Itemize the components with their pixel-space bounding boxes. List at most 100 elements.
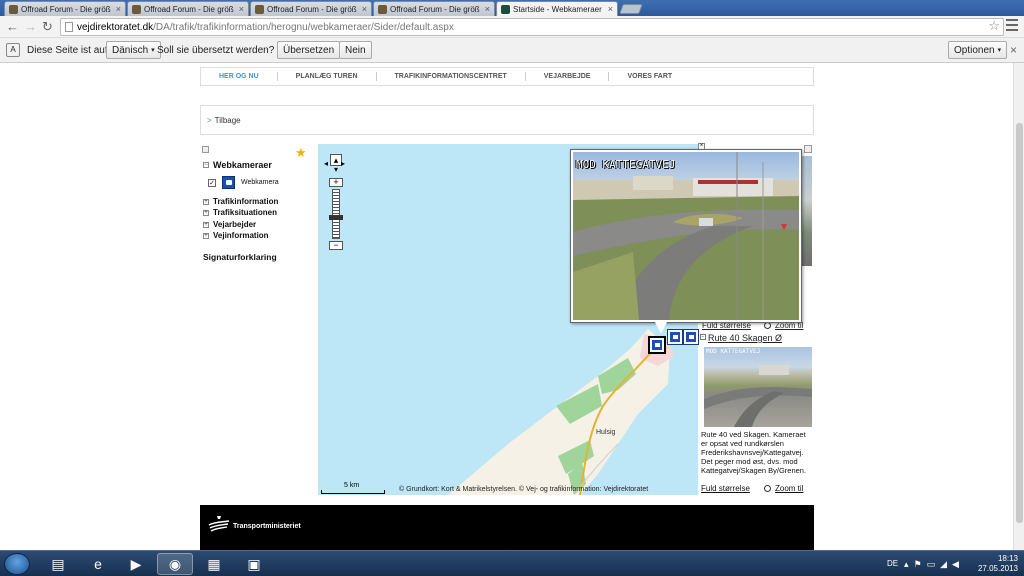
browser-tab[interactable]: Offroad Forum - Die größ ×: [4, 1, 126, 16]
expand-icon[interactable]: +: [203, 198, 209, 205]
options-button[interactable]: Optionen ▾: [948, 41, 1008, 59]
webcam-marker[interactable]: [683, 329, 699, 345]
start-button[interactable]: [4, 553, 30, 575]
nav-vejarbejde[interactable]: VEJARBEJDE: [526, 72, 610, 81]
layer-vejinformation[interactable]: + Vejinformation: [203, 231, 269, 240]
translate-question: Soll sie übersetzt werden?: [157, 45, 275, 56]
zoom-in-button[interactable]: +: [329, 178, 343, 187]
panel-toggle-icon[interactable]: [202, 146, 209, 153]
layer-trafiksituationen[interactable]: + Trafiksituationen: [203, 208, 277, 217]
close-translate-icon[interactable]: ×: [1010, 43, 1017, 57]
back-arrow-icon[interactable]: ←: [6, 19, 19, 34]
close-tab-icon[interactable]: ×: [239, 4, 244, 14]
app-grid-icon[interactable]: ▦: [196, 553, 232, 575]
legend-link[interactable]: Signaturforklaring: [203, 252, 277, 262]
map-copyright: © Grundkort: Kort & Matrikelstyrelsen. ©…: [399, 486, 649, 493]
collapse-icon[interactable]: −: [700, 334, 706, 340]
nav-trafikinformationscentret[interactable]: TRAFIKINFORMATIONSCENTRET: [377, 72, 526, 81]
favorite-star-icon[interactable]: ★: [295, 145, 307, 161]
expand-icon[interactable]: +: [203, 232, 209, 239]
collapse-icon[interactable]: −: [203, 162, 209, 168]
reload-icon[interactable]: ↻: [42, 19, 53, 35]
close-tab-icon[interactable]: ×: [116, 4, 121, 14]
transportministeriet-logo-icon: [208, 516, 230, 532]
webcam-description: Rute 40 ved Skagen. Kameraet er opsat ve…: [701, 430, 807, 475]
webcam-checkbox[interactable]: ✓: [208, 179, 216, 187]
expand-icon[interactable]: +: [203, 221, 209, 228]
internet-explorer-icon[interactable]: e: [80, 553, 116, 575]
webcam-marker-selected[interactable]: [648, 336, 666, 354]
bookmark-star-icon[interactable]: ☆: [988, 18, 1000, 34]
back-box: > Tilbage: [200, 105, 814, 135]
browser-tab[interactable]: Offroad Forum - Die größ ×: [127, 1, 249, 16]
clock-time: 18:13: [997, 554, 1018, 563]
nav-her-og-nu[interactable]: HER OG NU: [201, 72, 278, 81]
dropdown-arrow-icon: ▾: [151, 47, 155, 54]
zoom-slider-handle[interactable]: [329, 215, 343, 220]
layer-webcams[interactable]: − Webkameraer: [203, 160, 272, 170]
close-tab-icon[interactable]: ×: [485, 4, 490, 14]
scale-label: 5 km: [344, 482, 360, 489]
pan-west-icon[interactable]: ◂: [324, 159, 332, 168]
webcam-popup-image: MOD KATTEGATVEJ: [573, 152, 799, 320]
url-path: /DA/trafik/trafikinformation/herognu/web…: [153, 21, 454, 33]
webcam-popup[interactable]: MOD KATTEGATVEJ: [570, 149, 802, 334]
nav-planlaeg-turen[interactable]: PLANLÆG TUREN: [278, 72, 377, 81]
new-tab-button[interactable]: [619, 4, 643, 14]
forum-favicon-icon: [378, 4, 387, 14]
windows-taskbar: ▤ e ▶ ◉ ▦ ▣ DE ▴⚑▭◢◀ 18:13 27.05.2013: [0, 550, 1024, 576]
browser-tab[interactable]: Offroad Forum - Die größ ×: [250, 1, 372, 16]
pan-east-icon[interactable]: ▸: [341, 159, 349, 168]
pan-south-icon[interactable]: ▾: [330, 166, 342, 174]
forum-favicon-icon: [9, 4, 18, 14]
input-language[interactable]: DE: [887, 559, 898, 568]
zoom-to-link[interactable]: Zoom til: [764, 484, 803, 493]
webcam-title[interactable]: Rute 40 Skagen Ø: [708, 333, 782, 343]
magnifier-icon: [764, 322, 771, 329]
chrome-icon[interactable]: ◉: [157, 553, 193, 575]
side-panel-toggle-icon[interactable]: [804, 145, 812, 153]
tray-icons[interactable]: ▴⚑▭◢◀: [904, 559, 964, 570]
webcam-popup-drawing: [573, 152, 799, 320]
zoom-slider[interactable]: [332, 189, 340, 239]
footer-brand[interactable]: Transportministeriet: [233, 523, 301, 530]
browser-tab[interactable]: Offroad Forum - Die größ ×: [373, 1, 495, 16]
browser-tab-active[interactable]: Startside - Webkameraer ×: [496, 1, 618, 16]
dropdown-arrow-icon: ▾: [997, 47, 1002, 54]
full-size-link[interactable]: Fuld størrelse: [701, 484, 750, 493]
zoom-out-button[interactable]: −: [329, 241, 343, 250]
back-chevron-icon: >: [207, 115, 212, 125]
explorer-icon[interactable]: ▤: [40, 553, 76, 575]
site-footer: Transportministeriet: [200, 505, 814, 551]
back-link[interactable]: Tilbage: [215, 116, 241, 125]
webcam-image[interactable]: MOD KATTEGATVEJ: [704, 347, 812, 427]
browser-menu-icon[interactable]: [1006, 19, 1018, 31]
scrollbar-thumb[interactable]: [1016, 123, 1023, 523]
url-domain: vejdirektoratet.dk: [77, 21, 154, 33]
close-tab-icon[interactable]: ×: [608, 4, 613, 14]
layer-trafikinformation[interactable]: + Trafikinformation: [203, 197, 278, 206]
no-translate-button[interactable]: Nein: [339, 41, 372, 59]
translate-button[interactable]: Übersetzen: [277, 41, 341, 59]
expand-icon[interactable]: +: [203, 209, 209, 216]
clock[interactable]: 18:13 27.05.2013: [978, 554, 1018, 574]
place-label-hulsig: Hulsig: [596, 429, 616, 436]
app-window-icon[interactable]: ▣: [236, 553, 272, 575]
magnifier-icon: [764, 485, 771, 492]
address-bar[interactable]: vejdirektoratet.dk /DA/trafik/trafikinfo…: [60, 18, 1004, 36]
webcam-road-drawing: [704, 365, 812, 427]
browser-toolbar: ← → ↻ vejdirektoratet.dk /DA/trafik/traf…: [0, 16, 1024, 38]
layer-vejarbejder[interactable]: + Vejarbejder: [203, 220, 256, 229]
web-page: HER OG NU PLANLÆG TUREN TRAFIKINFORMATIO…: [0, 63, 1013, 551]
webcam-marker[interactable]: [667, 329, 683, 345]
page-scrollbar[interactable]: [1013, 63, 1024, 550]
popup-pointer: [655, 322, 667, 334]
zoom-control: ▴ ◂ ▸ ▾ + −: [324, 154, 348, 254]
language-select[interactable]: Dänisch ▾: [106, 41, 161, 59]
scale-bar: [321, 490, 385, 494]
nav-vores-fart[interactable]: VORES FART: [609, 72, 690, 81]
media-player-icon[interactable]: ▶: [118, 553, 154, 575]
webcam-layer-label: Webkamera: [241, 179, 279, 186]
forward-arrow-icon[interactable]: →: [24, 19, 37, 34]
close-tab-icon[interactable]: ×: [362, 4, 367, 14]
